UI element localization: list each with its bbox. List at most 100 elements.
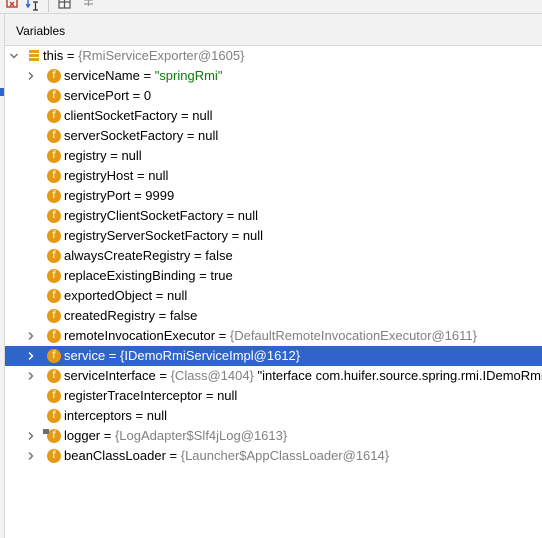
tree-row[interactable]: f serverSocketFactory = null xyxy=(5,126,542,146)
tree-row[interactable]: f remoteInvocationExecutor = {DefaultRemo… xyxy=(5,326,542,346)
variable-label: servicePort = 0 xyxy=(64,88,152,103)
field-icon: f xyxy=(47,109,61,123)
tree-row[interactable]: f registryPort = 9999 xyxy=(5,186,542,206)
field-icon: f xyxy=(47,209,61,223)
variable-value: null xyxy=(192,108,213,123)
debugger-toolbar xyxy=(0,0,542,14)
variable-label: serviceName = "springRmi" xyxy=(64,68,223,83)
tree-row[interactable]: f service = {IDemoRmiServiceImpl@1612} xyxy=(5,346,542,366)
variable-label: interceptors = null xyxy=(64,408,167,423)
field-icon: f xyxy=(47,229,61,243)
variable-value: {IDemoRmiServiceImpl@1612} xyxy=(120,348,301,363)
variable-value: null xyxy=(217,388,238,403)
variable-extra: "interface com.huifer.source.spring.rmi.… xyxy=(253,368,542,383)
field-icon: f xyxy=(47,329,61,343)
variable-value: false xyxy=(169,308,198,323)
tree-row[interactable]: f servicePort = 0 xyxy=(5,86,542,106)
variable-label: registerTraceInterceptor = null xyxy=(64,388,238,403)
panel-title: Variables xyxy=(16,24,66,38)
chevron-right-icon[interactable] xyxy=(26,451,36,461)
field-icon: f xyxy=(47,309,61,323)
variable-label: alwaysCreateRegistry = false xyxy=(64,248,233,263)
tree-row-this[interactable]: this = {RmiServiceExporter@1605} xyxy=(5,46,542,66)
field-icon: f xyxy=(47,189,61,203)
variable-value: 9999 xyxy=(145,188,175,203)
variable-value: {DefaultRemoteInvocationExecutor@1611} xyxy=(229,328,477,343)
tree-row[interactable]: f exportedObject = null xyxy=(5,286,542,306)
tree-row[interactable]: f registerTraceInterceptor = null xyxy=(5,386,542,406)
variable-value: null xyxy=(146,408,167,423)
variable-value: null xyxy=(148,168,169,183)
field-icon: f xyxy=(47,449,61,463)
variable-value: null xyxy=(237,208,259,223)
left-edge-marker xyxy=(0,88,4,96)
tree-row[interactable]: f beanClassLoader = {Launcher$AppClassLoa… xyxy=(5,446,542,466)
field-icon: f xyxy=(47,269,61,283)
field-icon: f xyxy=(47,289,61,303)
variable-value: "springRmi" xyxy=(154,68,223,83)
settings-icon[interactable] xyxy=(82,0,96,12)
tree-row[interactable]: f logger = {LogAdapter$Slf4jLog@1613} xyxy=(5,426,542,446)
tree-row[interactable]: f alwaysCreateRegistry = false xyxy=(5,246,542,266)
field-icon: f xyxy=(47,249,61,263)
step-cursor-icon[interactable] xyxy=(26,0,40,12)
variables-tree: this = {RmiServiceExporter@1605} f servic… xyxy=(5,46,542,466)
chevron-right-icon[interactable] xyxy=(26,431,36,441)
field-icon: f xyxy=(47,149,61,163)
variable-value: null xyxy=(242,228,264,243)
variable-value: null xyxy=(121,148,142,163)
variable-label: registryHost = null xyxy=(64,168,169,183)
tree-row[interactable]: f serviceName = "springRmi" xyxy=(5,66,542,86)
tree-row[interactable]: f registryServerSocketFactory = null xyxy=(5,226,542,246)
variable-label: remoteInvocationExecutor = {DefaultRemot… xyxy=(64,328,477,343)
field-icon: f xyxy=(47,69,61,83)
variable-value: null xyxy=(198,128,219,143)
tree-row[interactable]: f createdRegistry = false xyxy=(5,306,542,326)
variable-value: {Launcher$AppClassLoader@1614} xyxy=(180,448,390,463)
chevron-right-icon[interactable] xyxy=(26,71,36,81)
tree-row[interactable]: f serviceInterface = {Class@1404} "interf… xyxy=(5,366,542,386)
field-icon: f xyxy=(47,389,61,403)
field-icon: f xyxy=(47,369,61,383)
variable-label: exportedObject = null xyxy=(64,288,188,303)
chevron-right-icon[interactable] xyxy=(26,371,36,381)
variable-label: this = {RmiServiceExporter@1605} xyxy=(43,48,245,63)
table-icon[interactable] xyxy=(58,0,72,12)
variable-label: serviceInterface = {Class@1404} "interfa… xyxy=(64,368,542,383)
field-icon: f xyxy=(47,409,61,423)
variable-label: replaceExistingBinding = true xyxy=(64,268,233,283)
variable-label: registryServerSocketFactory = null xyxy=(64,228,264,243)
chevron-down-icon[interactable] xyxy=(9,51,19,61)
variables-panel-header: Variables xyxy=(5,14,542,46)
field-icon: f xyxy=(47,349,61,363)
tree-row[interactable]: f clientSocketFactory = null xyxy=(5,106,542,126)
variable-value: null xyxy=(167,288,188,303)
variable-label: serverSocketFactory = null xyxy=(64,128,219,143)
variable-label: beanClassLoader = {Launcher$AppClassLoad… xyxy=(64,448,390,463)
tree-row[interactable]: f replaceExistingBinding = true xyxy=(5,266,542,286)
variable-label: service = {IDemoRmiServiceImpl@1612} xyxy=(64,348,301,363)
static-badge-icon xyxy=(43,429,49,434)
field-icon: f xyxy=(47,89,61,103)
tree-row[interactable]: f registry = null xyxy=(5,146,542,166)
chevron-right-icon[interactable] xyxy=(26,351,36,361)
field-icon: f xyxy=(47,129,61,143)
variable-label: registry = null xyxy=(64,148,142,163)
tree-row[interactable]: f registryHost = null xyxy=(5,166,542,186)
field-icon: f xyxy=(47,429,61,443)
stack-frame-icon xyxy=(29,50,39,61)
field-icon: f xyxy=(47,169,61,183)
restore-layout-icon[interactable] xyxy=(6,0,20,12)
variable-label: logger = {LogAdapter$Slf4jLog@1613} xyxy=(64,428,288,443)
variable-value: false xyxy=(205,248,233,263)
variable-label: registryPort = 9999 xyxy=(64,188,175,203)
variable-label: createdRegistry = false xyxy=(64,308,198,323)
chevron-right-icon[interactable] xyxy=(26,331,36,341)
variable-value: {Class@1404} xyxy=(170,368,254,383)
tree-row[interactable]: f interceptors = null xyxy=(5,406,542,426)
tree-row[interactable]: f registryClientSocketFactory = null xyxy=(5,206,542,226)
variable-label: clientSocketFactory = null xyxy=(64,108,213,123)
variable-value: 0 xyxy=(143,88,152,103)
variable-value: true xyxy=(210,268,233,283)
variable-value: {LogAdapter$Slf4jLog@1613} xyxy=(114,428,288,443)
